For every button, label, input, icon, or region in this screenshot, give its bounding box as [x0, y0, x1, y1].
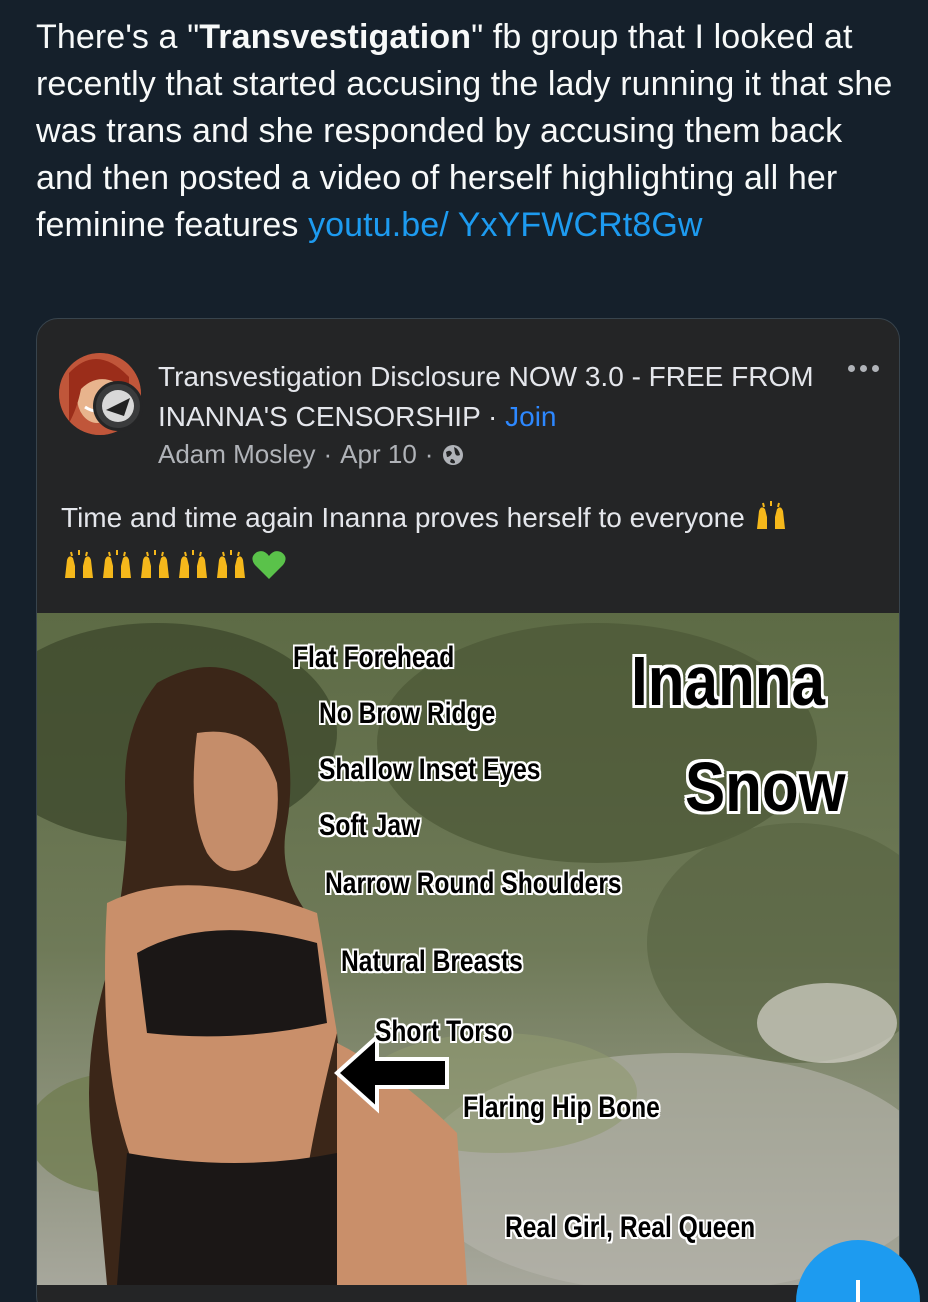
label-flaring-hip-bone: Flaring Hip Bone: [463, 1091, 660, 1124]
join-button[interactable]: Join: [505, 401, 556, 432]
group-title: Transvestigation Disclosure NOW 3.0 - FR…: [158, 357, 818, 437]
plus-icon: [856, 1280, 860, 1302]
raising-hands-icon: [756, 501, 785, 529]
title-inanna: Inanna: [631, 642, 826, 720]
globe-icon: [443, 444, 464, 465]
separator: ·: [488, 401, 498, 432]
tweet-text-start: There's a ": [36, 18, 200, 56]
label-natural-breasts: Natural Breasts: [341, 945, 523, 978]
title-snow: Snow: [685, 748, 846, 826]
post-body: Time and time again Inanna proves hersel…: [61, 497, 881, 539]
emoji-row: [61, 549, 287, 581]
youtube-link[interactable]: youtu.be/ YxYFWCRt8Gw: [308, 206, 703, 244]
label-short-torso: Short Torso: [375, 1015, 513, 1048]
post-date[interactable]: Apr 10: [340, 439, 417, 470]
label-soft-jaw: Soft Jaw: [319, 809, 421, 842]
post-photo[interactable]: Flat Forehead No Brow Ridge Shallow Inse…: [37, 613, 899, 1285]
embedded-facebook-post[interactable]: Transvestigation Disclosure NOW 3.0 - FR…: [36, 318, 900, 1302]
raising-hands-icon: [179, 550, 207, 578]
raising-hands-icon: [65, 550, 93, 578]
label-narrow-round-shoulders: Narrow Round Shoulders: [325, 867, 622, 900]
post-body-text: Time and time again Inanna proves hersel…: [61, 502, 745, 533]
label-no-brow-ridge: No Brow Ridge: [319, 697, 496, 730]
tweet-text-bold: Transvestigation: [199, 18, 472, 56]
label-shallow-inset-eyes: Shallow Inset Eyes: [319, 753, 541, 786]
label-real-girl-real-queen: Real Girl, Real Queen: [505, 1211, 756, 1244]
raising-hands-icon: [103, 550, 131, 578]
raising-hands-icon: [217, 550, 245, 578]
label-flat-forehead: Flat Forehead: [293, 641, 455, 674]
green-heart-icon: [252, 551, 286, 579]
tweet-text: There's a "Transvestigation" fb group th…: [36, 14, 908, 249]
post-meta: Adam Mosley · Apr 10 ·: [158, 439, 465, 470]
meta-separator-2: ·: [424, 439, 434, 469]
author-name[interactable]: Adam Mosley: [158, 439, 316, 470]
meta-separator: ·: [323, 439, 333, 469]
group-badge-icon: [93, 381, 143, 431]
raising-hands-icon: [141, 550, 169, 578]
more-options-icon[interactable]: [843, 361, 883, 375]
group-name[interactable]: Transvestigation Disclosure NOW 3.0 - FR…: [158, 361, 814, 432]
